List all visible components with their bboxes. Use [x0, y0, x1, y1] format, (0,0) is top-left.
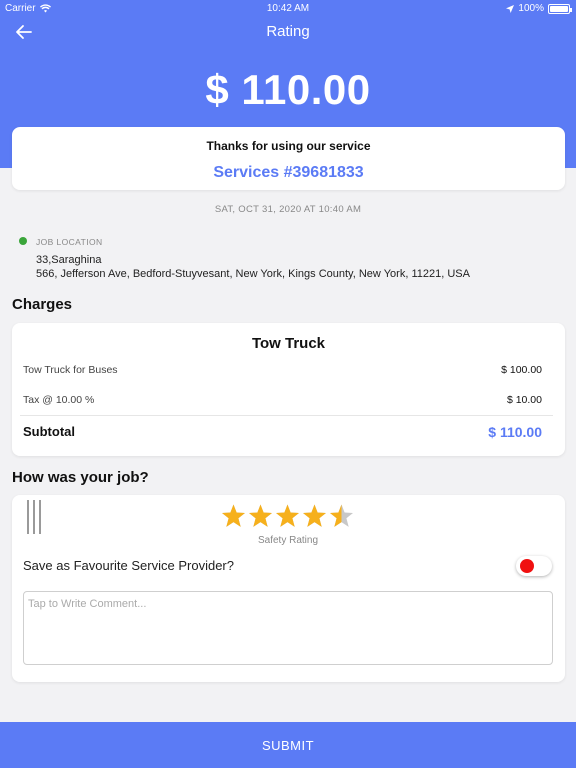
submit-button[interactable]: SUBMIT: [0, 722, 576, 768]
star-icon[interactable]: [275, 503, 300, 529]
subtotal-label: Subtotal: [23, 424, 75, 439]
charge-label: Tow Truck for Buses: [23, 364, 118, 376]
favourite-label: Save as Favourite Service Provider?: [23, 558, 234, 573]
drag-handle-icon: [27, 500, 41, 534]
battery-percent: 100%: [518, 3, 544, 14]
service-date: SAT, OCT 31, 2020 AT 10:40 AM: [214, 204, 362, 215]
charge-row: Tow Truck for Buses $ 100.00: [23, 364, 542, 376]
star-icon[interactable]: [221, 503, 246, 529]
star-icon[interactable]: [329, 503, 354, 529]
rating-section-title: How was your job?: [12, 469, 149, 486]
subtotal-value: $ 110.00: [488, 424, 542, 440]
status-bar: Carrier 10:42 AM 100%: [0, 0, 576, 18]
charges-card-heading: Tow Truck: [251, 335, 326, 352]
star-icon[interactable]: [302, 503, 327, 529]
charge-value: $ 100.00: [501, 364, 542, 376]
location-arrow-icon: [506, 4, 515, 13]
charges-section-title: Charges: [12, 296, 73, 313]
charge-row: Tax @ 10.00 % $ 10.00: [23, 394, 542, 406]
subtotal-row: Subtotal $ 110.00: [23, 424, 542, 440]
thanks-message: Thanks for using our service: [206, 139, 371, 153]
service-summary-card: Thanks for using our service Services #3…: [12, 127, 565, 190]
status-time: 10:42 AM: [266, 3, 310, 14]
job-location-address: 566, Jefferson Ave, Bedford-Stuyvesant, …: [36, 268, 470, 280]
charges-divider: [20, 415, 553, 416]
toggle-knob: [520, 559, 534, 573]
job-location-name: 33,Saraghina: [36, 254, 102, 266]
comment-input[interactable]: [23, 591, 553, 665]
page-title: Rating: [266, 23, 310, 40]
favourite-toggle[interactable]: [516, 556, 552, 576]
job-location-label: JOB LOCATION: [36, 237, 103, 247]
total-amount: $ 110.00: [205, 66, 371, 113]
safety-rating-stars[interactable]: [221, 503, 354, 529]
charge-value: $ 10.00: [506, 394, 542, 406]
safety-rating-label: Safety Rating: [257, 535, 319, 546]
service-number: Services #39681833: [213, 164, 364, 181]
charge-label: Tax @ 10.00 %: [23, 394, 95, 406]
battery-icon: [548, 3, 572, 14]
star-icon[interactable]: [248, 503, 273, 529]
location-status-dot: [19, 237, 27, 245]
